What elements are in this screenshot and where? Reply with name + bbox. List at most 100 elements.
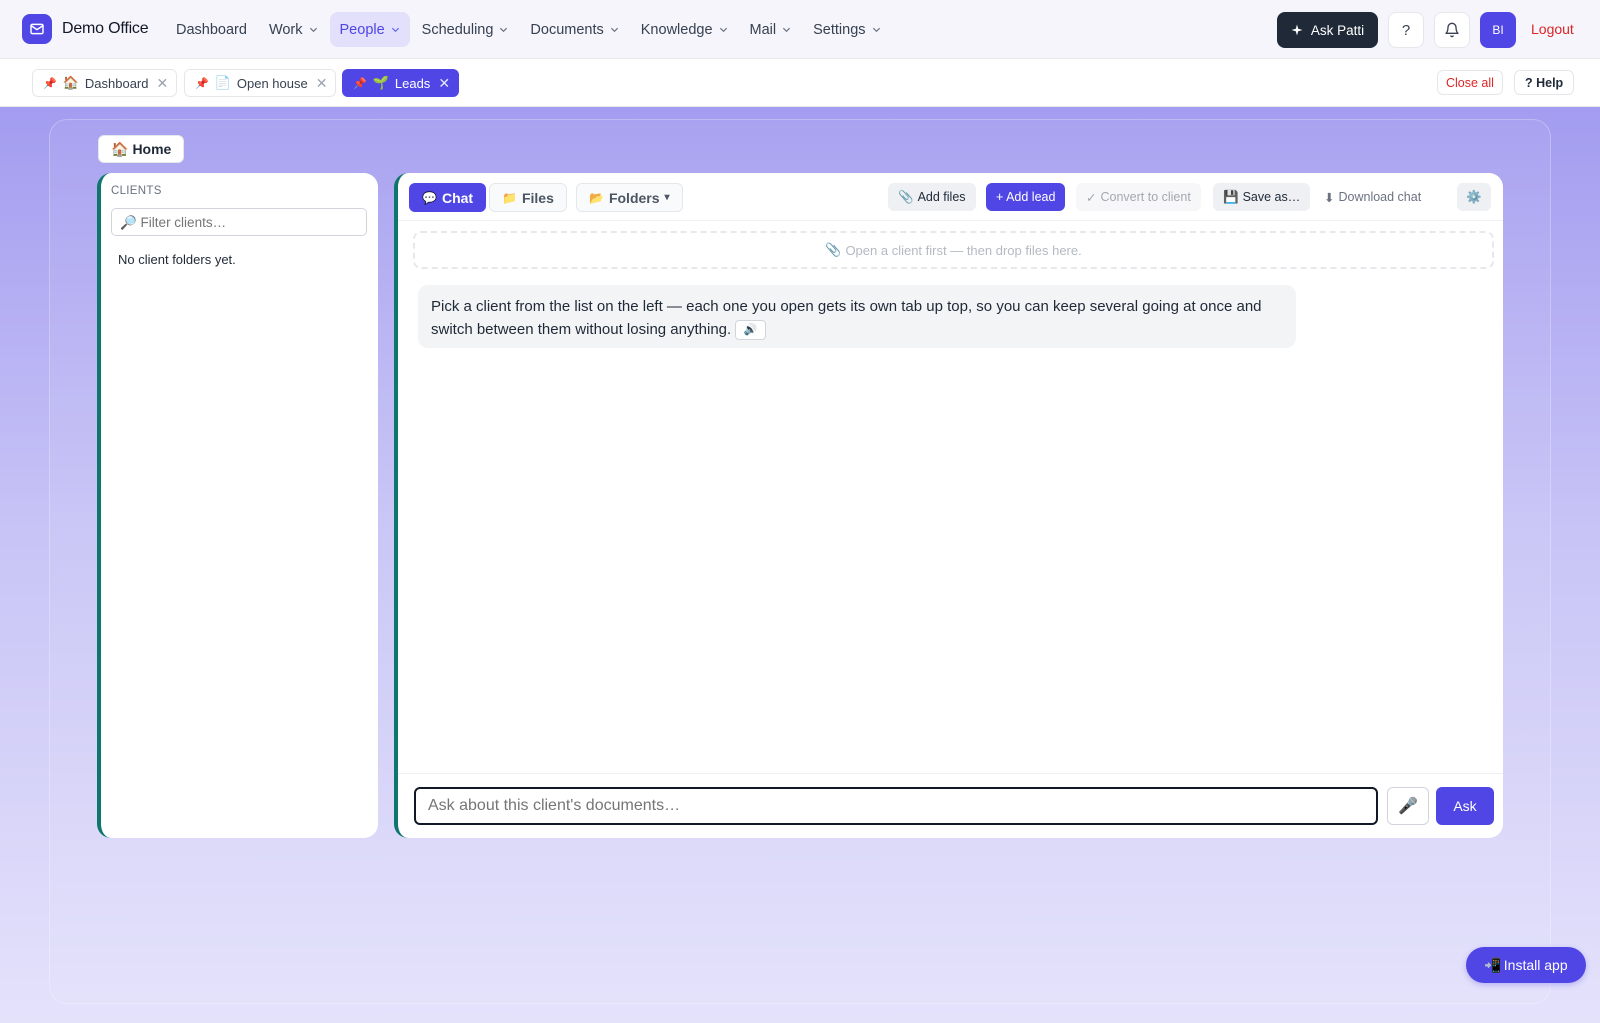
ask-input[interactable] — [414, 787, 1378, 825]
nav-item-work[interactable]: Work — [259, 12, 328, 47]
pinned-tab-open-house[interactable]: 📌 📄 Open house ✕ — [184, 69, 337, 97]
convert-to-client-button[interactable]: ✓ Convert to client — [1076, 183, 1201, 211]
nav-item-documents[interactable]: Documents — [520, 12, 628, 47]
home-button[interactable]: 🏠 Home — [98, 135, 185, 163]
speaker-icon: 🔊 — [743, 323, 758, 336]
checkmark-icon: ✓ — [1086, 190, 1097, 205]
nav-item-label: Knowledge — [640, 21, 713, 38]
nav-item-scheduling[interactable]: Scheduling — [412, 12, 519, 47]
nav-item-knowledge[interactable]: Knowledge — [631, 12, 738, 47]
sparkle-icon — [1291, 24, 1303, 36]
open-folder-icon: 📂 — [589, 190, 604, 205]
logout-link[interactable]: Logout — [1531, 21, 1574, 37]
close-icon[interactable]: ✕ — [438, 75, 450, 92]
ask-patti-button[interactable]: Ask Patti — [1277, 12, 1378, 48]
app-brand-name[interactable]: Demo Office — [62, 20, 149, 38]
tab-files[interactable]: 📁 Files — [489, 183, 567, 212]
tab-chat-label: Chat — [441, 189, 474, 206]
nav-item-label: People — [339, 21, 385, 38]
filter-clients-input[interactable] — [111, 208, 367, 236]
pin-icon: 📌 — [43, 77, 57, 90]
tab-folders-label: Folders — [608, 189, 660, 206]
nav-item-people[interactable]: People — [329, 12, 410, 47]
ask-submit-button[interactable]: Ask — [1436, 787, 1494, 825]
chevron-down-icon — [783, 27, 791, 33]
clients-panel: CLIENTS No client folders yet. — [97, 173, 378, 838]
mobile-install-icon: 📲 — [1484, 956, 1502, 973]
message-composer: 🎤 Ask — [398, 773, 1503, 838]
notifications-button[interactable] — [1434, 12, 1470, 48]
gear-icon: ⚙️ — [1466, 189, 1482, 204]
chat-settings-button[interactable]: ⚙️ — [1457, 183, 1491, 211]
tab-folders[interactable]: 📂 Folders ▾ — [576, 183, 683, 212]
chevron-down-icon — [610, 27, 618, 33]
nav-item-label: Work — [268, 21, 303, 38]
nav-item-mail[interactable]: Mail — [740, 12, 802, 47]
bell-icon — [1445, 22, 1459, 38]
chat-toolbar: 💬 Chat 📁 Files 📂 Folders ▾ 📎 Add files +… — [398, 173, 1503, 221]
help-link-button[interactable]: ? Help — [1514, 70, 1575, 95]
close-icon[interactable]: ✕ — [157, 75, 169, 92]
paperclip-icon: 📎 — [898, 189, 914, 204]
nav-item-label: Scheduling — [421, 21, 494, 38]
chevron-down-icon — [500, 27, 508, 33]
home-icon: 🏠 — [111, 140, 129, 157]
tab-files-label: Files — [521, 189, 554, 206]
read-aloud-button[interactable]: 🔊 — [735, 320, 767, 341]
message-text: Pick a client from the list on the left … — [431, 298, 1262, 338]
chevron-down-icon — [719, 27, 727, 33]
app-logo[interactable] — [22, 14, 52, 44]
nav-item-label: Mail — [749, 21, 777, 38]
chevron-down-icon — [391, 27, 399, 33]
user-avatar[interactable]: BI — [1480, 12, 1516, 48]
nav-item-label: Settings — [813, 21, 866, 38]
pinned-tab-dashboard[interactable]: 📌 🏠 Dashboard ✕ — [32, 69, 178, 97]
add-files-button[interactable]: 📎 Add files — [888, 183, 976, 211]
mail-icon — [30, 23, 44, 35]
no-clients-message: No client folders yet. — [118, 252, 236, 267]
home-icon: 🏠 — [62, 75, 79, 90]
microphone-icon: 🎤 — [1398, 798, 1418, 815]
pinned-tab-leads[interactable]: 📌 🌱 Leads ✕ — [342, 69, 460, 97]
nav-item-label: Dashboard — [176, 21, 247, 38]
home-label: Home — [132, 141, 172, 157]
question-mark-icon: ? — [1401, 21, 1411, 39]
help-button[interactable]: ? — [1388, 12, 1424, 48]
download-chat-label: Download chat — [1338, 190, 1422, 204]
speech-bubble-icon: 💬 — [422, 190, 437, 205]
tab-label: Leads — [394, 75, 431, 91]
close-all-tabs-button[interactable]: Close all — [1437, 70, 1503, 95]
download-arrow-icon: ⬇ — [1324, 190, 1335, 205]
close-icon[interactable]: ✕ — [316, 75, 328, 92]
chat-panel: 💬 Chat 📁 Files 📂 Folders ▾ 📎 Add files +… — [394, 173, 1503, 838]
chevron-down-icon — [309, 27, 317, 33]
nav-item-settings[interactable]: Settings — [803, 12, 890, 47]
seedling-icon: 🌱 — [372, 75, 389, 90]
floppy-disk-icon: 💾 — [1223, 189, 1239, 204]
add-files-label: Add files — [917, 190, 966, 204]
top-navigation: Demo Office Dashboard Work People Schedu… — [0, 0, 1600, 59]
add-lead-button[interactable]: + Add lead — [986, 183, 1066, 211]
install-app-label: Install app — [1503, 957, 1568, 973]
microphone-button[interactable]: 🎤 — [1387, 787, 1429, 825]
save-as-button[interactable]: 💾 Save as… — [1213, 183, 1311, 211]
main-menu: Dashboard Work People Scheduling Documen… — [166, 12, 891, 47]
nav-item-label: Documents — [530, 21, 604, 38]
folder-icon: 📁 — [502, 190, 517, 205]
ask-patti-label: Ask Patti — [1310, 22, 1365, 38]
convert-to-client-label: Convert to client — [1100, 190, 1191, 204]
file-drop-zone[interactable]: 📎 Open a client first — then drop files … — [413, 231, 1494, 269]
assistant-message: Pick a client from the list on the left … — [418, 285, 1296, 348]
chevron-down-icon — [872, 27, 880, 33]
drop-zone-text: Open a client first — then drop files he… — [845, 242, 1082, 258]
nav-item-dashboard[interactable]: Dashboard — [166, 12, 257, 47]
document-icon: 📄 — [214, 75, 231, 90]
tab-chat[interactable]: 💬 Chat — [409, 183, 487, 212]
install-app-button[interactable]: 📲 Install app — [1466, 947, 1586, 983]
pinned-tab-strip: 📌 🏠 Dashboard ✕ 📌 📄 Open house ✕ 📌 🌱 Lea… — [0, 59, 1600, 107]
tab-label: Open house — [236, 75, 308, 91]
caret-down-icon: ▾ — [664, 192, 670, 203]
pin-icon: 📌 — [195, 77, 209, 90]
download-chat-button[interactable]: ⬇ Download chat — [1314, 183, 1431, 211]
pin-icon: 📌 — [353, 77, 367, 90]
